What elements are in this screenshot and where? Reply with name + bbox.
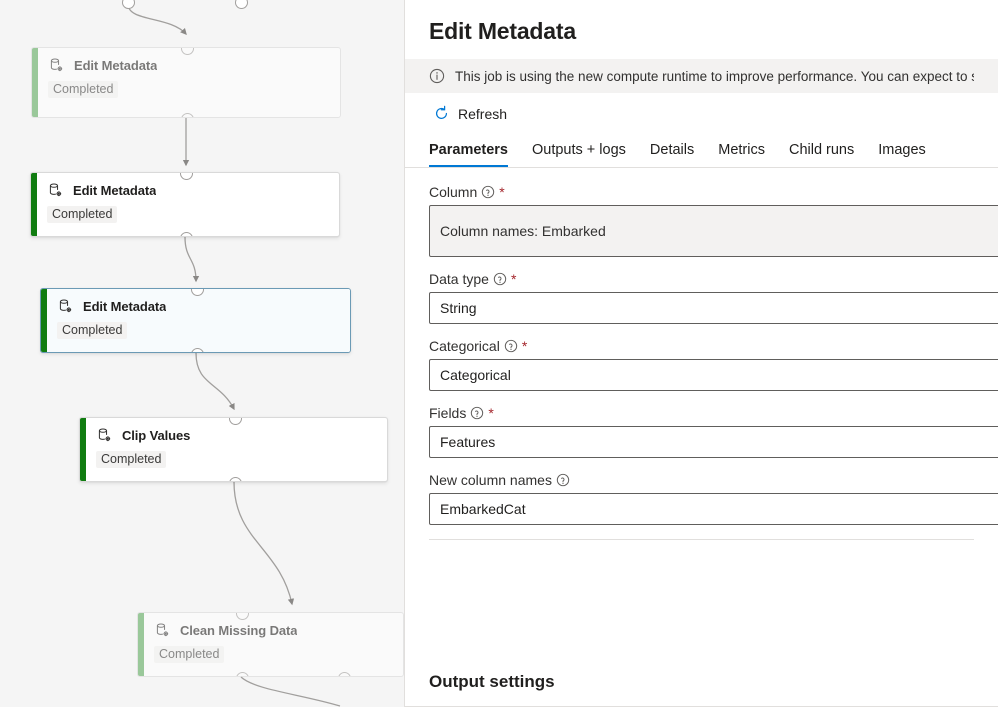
pipeline-canvas[interactable]: Edit Metadata Completed Edit Metadata Co… bbox=[0, 0, 404, 707]
tab-metrics[interactable]: Metrics bbox=[706, 136, 777, 167]
field-fields: Fields * Features bbox=[429, 405, 998, 458]
categorical-input[interactable]: Categorical bbox=[429, 359, 998, 391]
node-status-badge: Completed bbox=[57, 322, 128, 339]
tab-label: Child runs bbox=[788, 142, 855, 158]
field-label-row: Data type * bbox=[429, 271, 974, 287]
node-input-port[interactable] bbox=[190, 289, 204, 296]
field-data-type: Data type * String bbox=[429, 271, 998, 324]
required-marker: * bbox=[521, 338, 528, 354]
page-title: Edit Metadata bbox=[429, 18, 576, 44]
field-label: Data type bbox=[429, 271, 489, 287]
node-status-badge: Completed bbox=[47, 206, 118, 223]
pipeline-node[interactable]: Clean Missing Data Completed bbox=[137, 612, 404, 677]
pipeline-node[interactable]: Edit Metadata Completed bbox=[31, 47, 341, 118]
node-input-port[interactable] bbox=[228, 418, 242, 425]
required-marker: * bbox=[499, 184, 505, 200]
node-status-badge: Completed bbox=[96, 451, 167, 468]
refresh-icon bbox=[435, 105, 448, 119]
tab-list: Parameters Outputs + logs Details Metric… bbox=[405, 132, 998, 168]
field-label: Categorical bbox=[429, 338, 500, 354]
pipeline-node[interactable]: Clip Values Completed bbox=[79, 417, 388, 482]
tab-parameters[interactable]: Parameters bbox=[429, 136, 520, 167]
data-type-input[interactable]: String bbox=[429, 292, 998, 324]
section-divider bbox=[429, 539, 974, 540]
help-icon[interactable] bbox=[556, 473, 570, 487]
node-status-badge: Completed bbox=[48, 81, 119, 98]
field-label: Column bbox=[429, 184, 478, 200]
field-categorical: Categorical * Categorical bbox=[429, 338, 998, 391]
node-title: Edit Metadata bbox=[74, 58, 158, 73]
required-marker: * bbox=[510, 271, 517, 287]
tab-child-runs[interactable]: Child runs bbox=[777, 136, 866, 167]
info-message-text: This job is using the new compute runtim… bbox=[455, 68, 974, 84]
field-column: Column * Column names: Embarked bbox=[429, 184, 998, 257]
output-settings-heading[interactable]: Output settings bbox=[405, 656, 998, 707]
details-panel: Edit Metadata This job is using the new … bbox=[404, 0, 998, 707]
tab-details[interactable]: Details bbox=[638, 136, 706, 167]
fields-input[interactable]: Features bbox=[429, 426, 998, 458]
help-icon[interactable] bbox=[493, 272, 507, 286]
field-label-row: Categorical * bbox=[429, 338, 974, 354]
field-label: Fields bbox=[429, 405, 467, 421]
help-icon[interactable] bbox=[481, 185, 495, 199]
tab-label: Outputs + logs bbox=[532, 142, 626, 158]
node-input-port[interactable] bbox=[235, 613, 249, 620]
tab-label: Details bbox=[649, 142, 695, 158]
column-value: Column names: Embarked bbox=[429, 205, 998, 257]
node-title: Clean Missing Data bbox=[180, 623, 298, 638]
help-icon[interactable] bbox=[470, 406, 484, 420]
node-status-badge: Completed bbox=[154, 646, 225, 663]
info-message-bar: This job is using the new compute runtim… bbox=[405, 59, 998, 93]
help-icon[interactable] bbox=[504, 339, 518, 353]
edge-port[interactable] bbox=[121, 0, 135, 9]
database-gear-icon bbox=[59, 299, 72, 313]
node-title: Edit Metadata bbox=[83, 299, 167, 314]
database-gear-icon bbox=[156, 623, 169, 637]
pipeline-node[interactable]: Edit Metadata Completed bbox=[30, 172, 340, 237]
node-title: Edit Metadata bbox=[73, 183, 157, 198]
field-label-row: New column names bbox=[429, 472, 974, 488]
database-gear-icon bbox=[50, 58, 63, 72]
node-input-port[interactable] bbox=[179, 173, 193, 180]
refresh-label: Refresh bbox=[458, 105, 508, 122]
refresh-button[interactable]: Refresh bbox=[429, 101, 511, 126]
info-icon bbox=[429, 68, 445, 84]
field-label: New column names bbox=[429, 472, 552, 488]
node-input-port[interactable] bbox=[180, 48, 194, 55]
field-label-row: Fields * bbox=[429, 405, 974, 421]
node-title: Clip Values bbox=[122, 428, 191, 443]
tab-images[interactable]: Images bbox=[866, 136, 938, 167]
tab-label: Images bbox=[878, 142, 926, 158]
parameters-form: Column * Column names: Embarked Data typ… bbox=[405, 168, 998, 656]
field-new-column-names: New column names EmbarkedCat bbox=[429, 472, 998, 525]
pipeline-node-selected[interactable]: Edit Metadata Completed bbox=[40, 288, 351, 353]
tab-label: Metrics bbox=[718, 142, 765, 158]
new-column-names-input[interactable]: EmbarkedCat bbox=[429, 493, 998, 525]
field-label-row: Column * bbox=[429, 184, 974, 200]
database-gear-icon bbox=[49, 183, 62, 197]
command-bar: Refresh bbox=[405, 93, 998, 132]
tab-label: Parameters bbox=[429, 142, 508, 158]
edge-port[interactable] bbox=[234, 0, 248, 9]
database-gear-icon bbox=[98, 428, 111, 442]
required-marker: * bbox=[488, 405, 494, 421]
tab-outputs-logs[interactable]: Outputs + logs bbox=[520, 136, 638, 167]
